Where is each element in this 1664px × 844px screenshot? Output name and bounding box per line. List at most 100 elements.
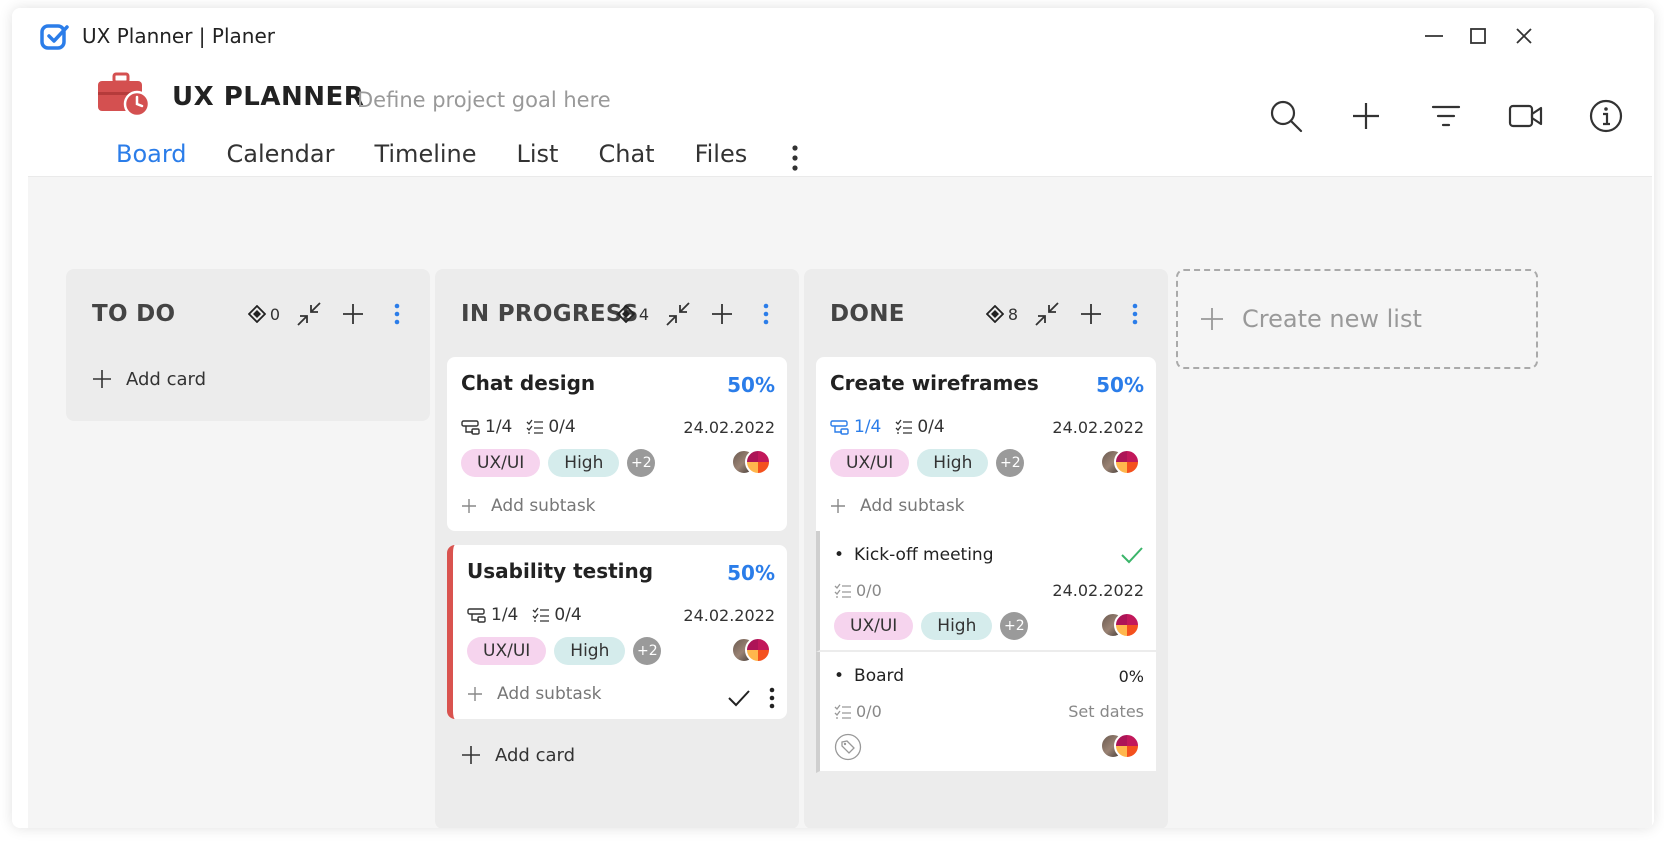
checklist-icon [834,704,851,719]
add-card-button[interactable]: Add card [435,733,799,777]
set-dates-button[interactable]: Set dates [1068,702,1144,721]
more-tags-badge[interactable]: +2 [996,449,1025,477]
vertical-dots-icon[interactable] [769,687,775,709]
list-menu-button[interactable] [751,299,781,329]
more-tags-badge[interactable]: +2 [633,637,662,665]
more-tags-badge[interactable]: +2 [1000,612,1029,640]
subtask-title: Kick-off meeting [854,545,994,565]
checklist-count-value: 0/4 [917,417,945,437]
list-tools: 8 [985,299,1150,329]
tag-row: UX/UI High +2 [830,449,1144,477]
assignees[interactable] [1100,449,1144,477]
plus-icon [1353,103,1379,129]
subtasks-icon [461,420,480,435]
tag-uxui[interactable]: UX/UI [467,637,547,665]
subtask-item[interactable]: • Board 0% 0/0 Set dates [816,652,1156,773]
info-icon [1589,99,1623,133]
tag-icon[interactable] [834,733,862,761]
project-goal-input[interactable]: Define project goal here [357,88,611,112]
collapse-list-button[interactable] [294,299,324,329]
minimize-button[interactable] [1420,22,1448,50]
tag-priority[interactable]: High [548,449,620,477]
check-done-icon[interactable] [1120,546,1144,564]
tag-uxui[interactable]: UX/UI [834,612,914,640]
diamond-icon [985,305,1004,323]
subtask-count[interactable]: 1/4 [830,417,881,437]
subtask-progress: 0% [1118,666,1144,686]
card-progress: 50% [727,373,775,397]
add-subtask-label: Add subtask [491,496,596,516]
check-icon[interactable] [727,688,751,708]
subtask-count: 1/4 [461,417,512,437]
list-menu-button[interactable] [1120,299,1150,329]
due-date[interactable]: 24.02.2022 [1052,418,1144,437]
tag-uxui[interactable]: UX/UI [461,449,541,477]
add-subtask-label: Add subtask [860,496,965,516]
assignees[interactable] [731,637,775,665]
card-count-value: 0 [269,304,280,324]
video-call-button[interactable] [1506,96,1546,136]
search-button[interactable] [1266,96,1306,136]
task-card[interactable]: Usability testing 50% 1/4 0/4 24.02.2022… [447,545,787,719]
subtask-count-value: 1/4 [491,605,519,625]
maximize-button[interactable] [1464,22,1492,50]
add-button[interactable] [1346,96,1386,136]
create-new-list-button[interactable]: Create new list [1176,269,1538,369]
bullet: • [834,545,845,565]
assignees[interactable] [1100,733,1144,761]
checklist-count-value: 0/4 [554,605,582,625]
vertical-dots-icon [394,303,400,325]
list-todo: TO DO 0 Add card [66,269,430,421]
collapse-list-button[interactable] [663,299,693,329]
info-button[interactable] [1586,96,1626,136]
card-progress: 50% [1096,373,1144,397]
tag-priority[interactable]: High [917,449,989,477]
add-to-list-button[interactable] [707,299,737,329]
card-actions [727,687,775,709]
collapse-list-button[interactable] [1032,299,1062,329]
vertical-dots-icon [792,145,798,171]
video-icon [1508,104,1543,128]
collapse-icon [666,302,690,326]
add-subtask-button[interactable]: Add subtask [830,491,1144,521]
checklist-count: 0/4 [526,417,576,437]
avatar [1114,733,1140,759]
filter-button[interactable] [1426,96,1466,136]
tag-row: UX/UI High +2 [467,637,775,665]
add-card-button[interactable]: Add card [66,357,430,401]
due-date[interactable]: 24.02.2022 [1052,581,1144,600]
subtask-count-value: 1/4 [854,417,882,437]
tag-priority[interactable]: High [921,612,993,640]
subtask-meta: 0/0 24.02.2022 [834,581,1144,600]
subtask-title: Board [854,666,904,686]
task-card[interactable]: Create wireframes 50% 1/4 0/4 24.02.2022… [816,357,1156,531]
checklist-count: 0/4 [895,417,945,437]
card-meta: 1/4 0/4 24.02.2022 [461,417,775,437]
list-menu-button[interactable] [382,299,412,329]
list-done: DONE 8 Create wireframes 50% 1/4 0/4 24.… [804,269,1168,828]
close-button[interactable] [1510,22,1538,50]
subtasks-icon [467,608,486,623]
assignees[interactable] [1100,612,1144,640]
checklist-count-value: 0/0 [856,581,882,600]
plus-icon [343,304,363,324]
create-new-list-label: Create new list [1242,305,1422,333]
assignees[interactable] [731,449,775,477]
diamond-icon [616,305,635,323]
due-date[interactable]: 24.02.2022 [683,418,775,437]
tabs-more-button[interactable] [775,138,815,178]
task-card[interactable]: Chat design 50% 1/4 0/4 24.02.2022 UX/UI [447,357,787,531]
add-to-list-button[interactable] [1076,299,1106,329]
subtask-title-row: • Kick-off meeting [834,545,1144,565]
more-tags-badge[interactable]: +2 [627,449,656,477]
filter-icon [1431,105,1461,127]
add-subtask-button[interactable]: Add subtask [461,491,775,521]
title-bar: UX Planner | Planer [12,8,1654,60]
tag-priority[interactable]: High [554,637,626,665]
subtask-item[interactable]: • Kick-off meeting 0/0 24.02.2022 UX/UI … [816,531,1156,652]
tag-uxui[interactable]: UX/UI [830,449,910,477]
due-date[interactable]: 24.02.2022 [683,606,775,625]
list-header: TO DO 0 [66,269,430,357]
avatar [745,637,771,663]
add-to-list-button[interactable] [338,299,368,329]
